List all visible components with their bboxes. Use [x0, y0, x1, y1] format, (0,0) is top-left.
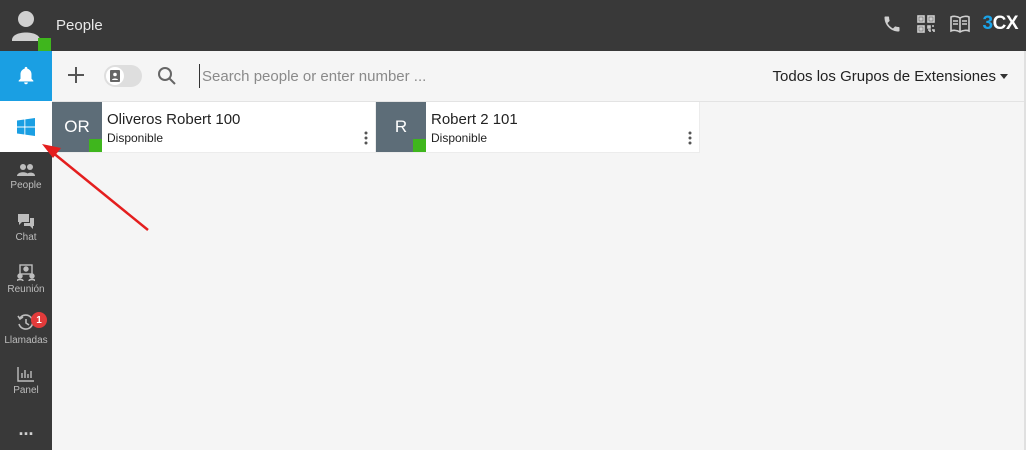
search-input[interactable]	[199, 64, 622, 88]
sidebar-item-label: Llamadas	[4, 335, 48, 346]
presence-indicator	[89, 139, 102, 152]
sidebar: People Chat Reunión Llamadas 1 Panel ...	[0, 51, 52, 450]
contact-name: Oliveros Robert 100	[107, 111, 241, 128]
sidebar-item-reunion[interactable]: Reunión	[0, 254, 52, 304]
more-icon: ...	[18, 418, 34, 439]
contact-card[interactable]: R Robert 2 101 Disponible	[376, 102, 700, 153]
kebab-menu-icon[interactable]	[363, 130, 369, 146]
search-button[interactable]	[157, 66, 177, 86]
phone-icon[interactable]	[881, 13, 903, 35]
bell-icon	[18, 66, 34, 85]
sidebar-item-label: Reunión	[7, 283, 45, 295]
page-title: People	[56, 17, 103, 34]
more-menu-button[interactable]: ...	[0, 408, 52, 450]
search-icon	[158, 67, 176, 85]
sidebar-item-chat[interactable]: Chat	[0, 203, 52, 253]
people-icon	[17, 164, 35, 176]
top-bar: People 3CX	[0, 0, 1026, 51]
panel-icon	[17, 367, 34, 382]
sidebar-item-llamadas[interactable]: Llamadas 1	[0, 305, 52, 355]
meeting-icon	[17, 263, 35, 281]
notifications-button[interactable]	[0, 51, 52, 101]
contact-status: Disponible	[431, 131, 488, 145]
windows-icon	[17, 117, 35, 136]
qr-code-icon[interactable]	[915, 13, 937, 35]
contacts-toggle[interactable]	[104, 65, 142, 87]
add-button[interactable]	[66, 65, 86, 85]
user-avatar-button[interactable]	[0, 0, 52, 51]
sidebar-item-label: Panel	[13, 385, 39, 396]
sidebar-item-label: People	[10, 180, 42, 191]
contact-status: Disponible	[107, 131, 164, 145]
contact-card[interactable]: OR Oliveros Robert 100 Disponible	[52, 102, 376, 153]
windows-app-button[interactable]	[0, 101, 52, 152]
kebab-menu-icon[interactable]	[687, 130, 693, 146]
plus-icon	[68, 67, 84, 83]
presence-indicator	[413, 139, 426, 152]
toggle-knob	[106, 67, 124, 85]
sidebar-item-label: Chat	[15, 232, 37, 243]
chat-icon	[18, 214, 34, 229]
missed-calls-badge: 1	[31, 312, 47, 328]
extension-group-select[interactable]: Todos los Grupos de Extensiones	[773, 68, 1008, 85]
brand-logo: 3CX	[982, 13, 1019, 34]
book-icon[interactable]	[949, 13, 971, 35]
caret-down-icon	[1000, 74, 1008, 79]
extension-group-label: Todos los Grupos de Extensiones	[772, 68, 996, 85]
contact-card-icon	[110, 70, 120, 82]
contact-name: Robert 2 101	[431, 111, 518, 128]
sidebar-item-panel[interactable]: Panel	[0, 356, 52, 406]
toolbar: Todos los Grupos de Extensiones	[52, 51, 1026, 102]
presence-indicator	[38, 38, 51, 51]
sidebar-item-people[interactable]: People	[0, 152, 52, 202]
